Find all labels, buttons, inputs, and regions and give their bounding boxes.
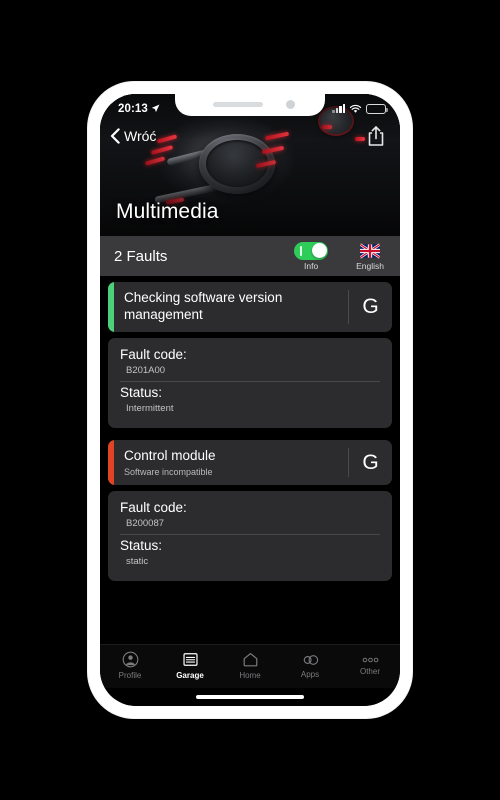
fault-header-text: Checking software version management xyxy=(114,282,348,332)
home-indicator-bar[interactable] xyxy=(196,695,304,699)
fault-list: Checking software version management G F… xyxy=(100,276,400,644)
tab-other[interactable]: Other xyxy=(343,656,397,676)
language-selector[interactable]: English xyxy=(356,242,384,271)
navigation-row: Wróć xyxy=(100,120,400,152)
fault-title: Checking software version management xyxy=(124,290,283,322)
front-camera xyxy=(286,100,295,109)
chevron-left-icon xyxy=(110,128,120,144)
detail-label: Status: xyxy=(120,384,163,400)
status-time: 20:13 xyxy=(118,102,148,115)
tab-apps[interactable]: Apps xyxy=(283,653,337,679)
back-button-label: Wróć xyxy=(124,128,157,144)
faults-count-label: 2 Faults xyxy=(114,247,168,265)
tab-label: Garage xyxy=(176,671,204,680)
apps-rings-icon xyxy=(303,654,318,665)
google-g-icon: G xyxy=(362,450,379,474)
tab-label: Profile xyxy=(118,671,142,680)
phone-notch xyxy=(175,94,325,116)
three-dots-icon xyxy=(362,657,378,662)
fault-subtitle: Software incompatible xyxy=(124,466,213,477)
screenshot-canvas: 20:13 Wróć Multimedia 2 Faults Info Engl… xyxy=(0,0,500,800)
tab-label: Apps xyxy=(300,669,320,679)
bottom-tab-bar: Profile Garage Home Apps Other xyxy=(100,644,400,688)
phone-screen: 20:13 Wróć Multimedia 2 Faults Info Engl… xyxy=(100,94,400,706)
info-toggle-label: Info xyxy=(304,260,319,271)
detail-value: static xyxy=(126,555,149,567)
wifi-icon xyxy=(349,104,362,113)
detail-value: B200087 xyxy=(126,517,165,529)
info-toggle-switch[interactable] xyxy=(294,241,329,260)
tab-home[interactable]: Home xyxy=(223,651,277,680)
union-jack-flag xyxy=(360,242,381,259)
status-bar-left: 20:13 xyxy=(118,103,160,115)
detail-label: Status: xyxy=(120,537,163,553)
fault-header-row[interactable]: Checking software version management G xyxy=(108,282,392,332)
phone-frame: 20:13 Wróć Multimedia 2 Faults Info Engl… xyxy=(88,82,412,718)
fault-detail-card: Fault code: B201A00 Status: Intermittent xyxy=(108,337,392,428)
person-circle-icon xyxy=(122,651,138,668)
back-button[interactable]: Wróć xyxy=(110,128,156,144)
detail-value: Intermittent xyxy=(126,402,174,414)
detail-divider xyxy=(120,380,380,382)
detail-divider xyxy=(120,533,380,535)
google-search-button[interactable]: G xyxy=(348,447,392,477)
tab-garage[interactable]: Garage xyxy=(163,651,217,680)
home-icon xyxy=(243,652,257,667)
status-bar-right xyxy=(332,103,388,114)
location-arrow-icon xyxy=(151,104,160,113)
google-search-button[interactable]: G xyxy=(348,290,392,324)
tab-label: Home xyxy=(239,671,261,680)
fault-title: Control module xyxy=(124,447,216,463)
fault-header-text: Control module Software incompatible xyxy=(114,440,348,485)
detail-label: Fault code: xyxy=(120,346,187,362)
earpiece-speaker xyxy=(213,102,263,107)
share-icon[interactable] xyxy=(366,125,386,147)
fault-header-row[interactable]: Control module Software incompatible G xyxy=(108,439,392,485)
battery-icon xyxy=(366,103,388,114)
cellular-signal-icon xyxy=(332,104,345,113)
tab-label: Other xyxy=(359,666,380,676)
google-g-icon: G xyxy=(362,295,379,319)
faults-toolbar: 2 Faults Info English xyxy=(100,236,400,276)
garage-door-icon xyxy=(182,653,198,666)
detail-value: B201A00 xyxy=(126,364,166,376)
info-toggle[interactable]: Info xyxy=(294,241,329,271)
language-label: English xyxy=(356,260,384,271)
page-title: Multimedia xyxy=(116,200,219,223)
home-indicator-area xyxy=(100,688,400,706)
tab-profile[interactable]: Profile xyxy=(103,651,157,680)
detail-label: Fault code: xyxy=(120,499,187,515)
fault-detail-card: Fault code: B200087 Status: static xyxy=(108,490,392,581)
